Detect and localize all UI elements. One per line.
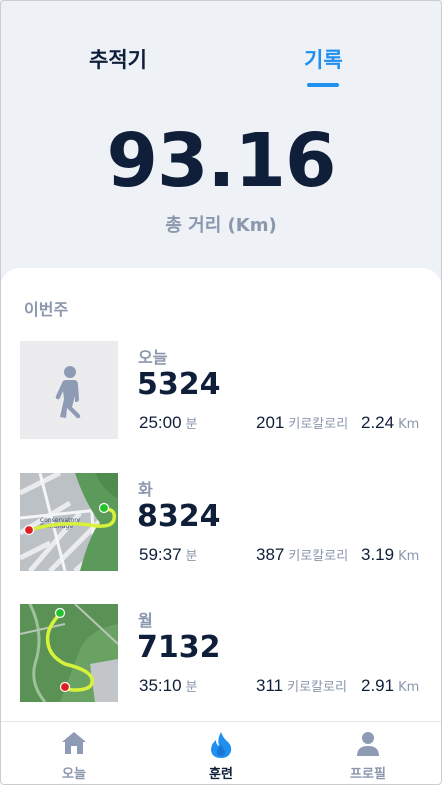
record-item-monday[interactable]: 월 7132 35:10 분 311 키로칼로리 2.91 Km bbox=[20, 604, 430, 704]
route-map bbox=[20, 604, 118, 702]
nav-item-today[interactable]: 오늘 bbox=[24, 722, 124, 785]
record-duration: 59:37 분 bbox=[139, 545, 198, 565]
duration-value: 59:37 bbox=[139, 545, 182, 564]
record-day: 화 bbox=[138, 480, 153, 499]
calories-unit: 키로칼로리 bbox=[288, 549, 349, 564]
record-steps: 7132 bbox=[137, 630, 221, 665]
distance-value: 3.19 bbox=[361, 545, 395, 564]
record-item-today[interactable]: 오늘 5324 25:00 분 201 키로칼로리 2.24 Km bbox=[20, 341, 430, 441]
distance-unit: Km bbox=[398, 417, 420, 432]
record-steps: 5324 bbox=[137, 367, 221, 402]
tab-records[interactable]: 기록 bbox=[304, 44, 343, 74]
record-item-tuesday[interactable]: Conservatory Cambridge 화 8324 59:37 분 387… bbox=[20, 473, 430, 573]
distance-unit: Km bbox=[398, 680, 420, 695]
calories-value: 201 bbox=[256, 413, 285, 432]
nav-item-training[interactable]: 훈련 bbox=[171, 722, 271, 785]
record-calories: 387 키로칼로리 bbox=[256, 545, 348, 565]
record-distance: 2.91 Km bbox=[361, 676, 419, 696]
active-tab-indicator bbox=[307, 83, 339, 87]
record-day: 월 bbox=[138, 611, 153, 630]
record-steps: 8324 bbox=[137, 499, 221, 534]
duration-unit: 분 bbox=[185, 417, 198, 432]
route-map: Conservatory Cambridge bbox=[20, 473, 118, 571]
record-calories: 201 키로칼로리 bbox=[256, 413, 348, 433]
duration-value: 25:00 bbox=[139, 413, 182, 432]
nav-label: 프로필 bbox=[350, 767, 386, 782]
tab-tracker[interactable]: 추적기 bbox=[89, 44, 147, 74]
calories-value: 387 bbox=[256, 545, 285, 564]
record-distance: 3.19 Km bbox=[361, 545, 419, 565]
calories-unit: 키로칼로리 bbox=[287, 680, 347, 695]
user-icon bbox=[355, 731, 381, 762]
flame-icon bbox=[209, 731, 233, 764]
walking-person-icon bbox=[20, 341, 118, 439]
section-title-this-week: 이번주 bbox=[24, 300, 69, 319]
total-distance-label: 총 거리 (Km) bbox=[165, 215, 277, 236]
record-day: 오늘 bbox=[138, 348, 168, 367]
total-distance-value: 93.16 bbox=[106, 118, 336, 204]
duration-unit: 분 bbox=[185, 549, 198, 564]
record-distance: 2.24 Km bbox=[361, 413, 419, 433]
distance-value: 2.24 bbox=[361, 413, 395, 432]
record-calories: 311 키로칼로리 bbox=[256, 676, 347, 696]
record-thumbnail bbox=[20, 341, 118, 439]
nav-item-profile[interactable]: 프로필 bbox=[318, 722, 418, 785]
duration-value: 35:10 bbox=[139, 676, 182, 695]
distance-unit: Km bbox=[398, 549, 420, 564]
record-duration: 25:00 분 bbox=[139, 413, 198, 433]
nav-label: 훈련 bbox=[209, 767, 233, 782]
home-icon bbox=[61, 731, 87, 760]
nav-label: 오늘 bbox=[62, 767, 86, 782]
bottom-nav: 오늘 훈련 프로필 bbox=[0, 721, 442, 785]
record-thumbnail: Conservatory Cambridge bbox=[20, 473, 118, 571]
calories-unit: 키로칼로리 bbox=[288, 417, 349, 432]
distance-value: 2.91 bbox=[361, 676, 395, 695]
record-duration: 35:10 분 bbox=[139, 676, 198, 696]
calories-value: 311 bbox=[256, 676, 284, 695]
record-thumbnail bbox=[20, 604, 118, 702]
header-tabs: 추적기 기록 bbox=[0, 44, 442, 104]
duration-unit: 분 bbox=[185, 680, 198, 695]
